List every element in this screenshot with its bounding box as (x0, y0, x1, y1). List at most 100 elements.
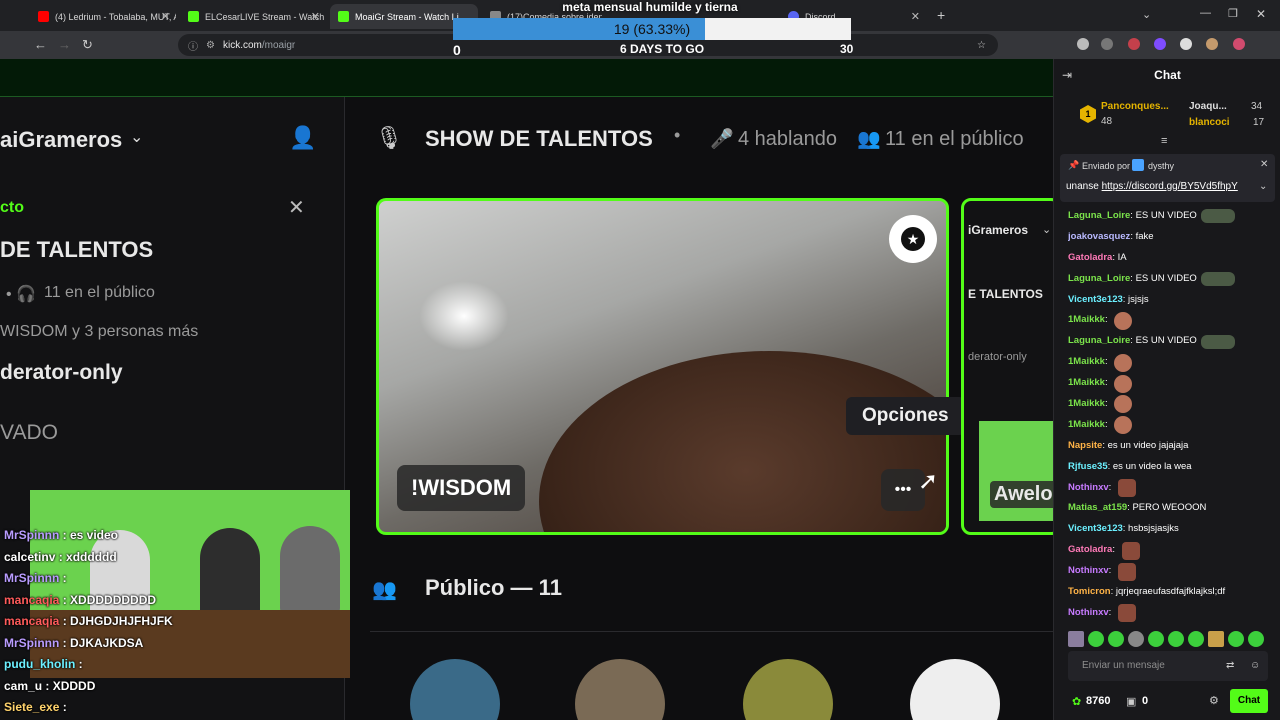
audience-avatar[interactable] (410, 659, 500, 720)
speaker-video-tile[interactable]: ★ !WISDOM (376, 198, 949, 535)
chat-message[interactable]: Vicent3e123: jsjsjs (1068, 290, 1278, 311)
gifter-name[interactable]: Joaqu... (1189, 101, 1227, 112)
extension-icon[interactable] (1101, 38, 1113, 50)
chat-username[interactable]: 1Maikkk (1068, 394, 1105, 415)
add-user-icon[interactable]: 👤 (289, 125, 316, 151)
chat-username[interactable]: Vicent3e123 (1068, 519, 1123, 540)
chat-username[interactable]: Vicent3e123 (1068, 290, 1123, 311)
chat-message[interactable]: Laguna_Loire: ES UN VIDEO (1068, 206, 1278, 227)
browser-tab[interactable]: ELCesarLIVE Stream - Watch Li ✕ (180, 4, 326, 29)
translate-icon[interactable]: ⇄ (1226, 651, 1234, 681)
pinned-link[interactable]: https://discord.gg/BY5Vd5fhpY (1102, 181, 1238, 192)
chat-message[interactable]: Tomicron: jqrjeqraeufasdfajfklajksl;df (1068, 582, 1278, 603)
chat-username[interactable]: Tomicron (1068, 582, 1111, 603)
emote-icon[interactable] (1088, 631, 1104, 647)
chat-username[interactable]: Laguna_Loire (1068, 331, 1130, 352)
chat-username[interactable]: 1Maikkk (1068, 373, 1105, 394)
close-icon[interactable]: ✕ (288, 195, 305, 220)
avatar-icon[interactable] (1206, 38, 1218, 50)
site-info-icon[interactable]: ⓘ (188, 38, 198, 53)
browser-tab[interactable]: (4) Ledrium - Tobalaba, MUT, A ✕ (30, 4, 176, 29)
emote-icon[interactable] (1228, 631, 1244, 647)
new-tab-button[interactable]: + (937, 7, 945, 23)
bookmark-star-icon[interactable]: ☆ (977, 40, 986, 51)
expand-leaderboard-icon[interactable]: ≡ (1161, 135, 1167, 147)
close-icon[interactable]: ✕ (911, 10, 920, 23)
chat-username[interactable]: Nothinxv (1068, 478, 1109, 499)
close-icon[interactable]: ✕ (161, 10, 170, 23)
chat-username[interactable]: Nothinxv (1068, 561, 1109, 582)
emote-icon[interactable] (1068, 631, 1084, 647)
send-chat-button[interactable]: Chat (1230, 689, 1268, 713)
gifter-name[interactable]: blancoci (1189, 117, 1230, 128)
second-video-tile[interactable]: iGrameros ⌄ E TALENTOS derator-only Awel… (961, 198, 1053, 535)
audience-avatar[interactable] (910, 659, 1000, 720)
subs-count: 0 (1142, 695, 1149, 707)
chat-message[interactable]: Gatoladra: (1068, 540, 1278, 561)
chat-username[interactable]: Nothinxv (1068, 603, 1109, 624)
maximize-icon[interactable]: ❐ (1228, 7, 1238, 20)
settings-gear-icon[interactable]: ⚙ (1209, 694, 1219, 707)
chat-username[interactable]: 1Maikkk (1068, 352, 1105, 373)
chat-username[interactable]: joakovasquez (1068, 227, 1130, 248)
close-window-icon[interactable]: ✕ (1256, 7, 1266, 21)
chat-username[interactable]: 1Maikkk (1068, 310, 1105, 331)
emote-icon[interactable] (1128, 631, 1144, 647)
tab-search-icon[interactable]: ⌄ (1142, 8, 1151, 21)
twitch-extension-icon[interactable] (1154, 38, 1166, 50)
channel-name[interactable]: aiGrameros (0, 127, 122, 153)
chat-message[interactable]: Laguna_Loire: ES UN VIDEO (1068, 269, 1278, 290)
chat-input[interactable]: Enviar un mensaje ⇄ ☺ (1068, 651, 1268, 681)
chat-message[interactable]: Matias_at159: PERO WEOOON (1068, 498, 1278, 519)
audience-avatar[interactable] (575, 659, 665, 720)
chat-message[interactable]: Rjfuse35: es un video la wea (1068, 457, 1278, 478)
chat-message[interactable]: 1Maikkk: (1068, 394, 1278, 415)
pinned-by-user[interactable]: dysthy (1148, 161, 1174, 171)
top-gifter-name[interactable]: Panconques... (1101, 101, 1169, 112)
chat-message[interactable]: 1Maikkk: (1068, 415, 1278, 436)
chat-message[interactable]: Gatoladra: IA (1068, 248, 1278, 269)
emote-icon[interactable] (1188, 631, 1204, 647)
close-icon[interactable]: ✕ (311, 10, 320, 23)
emote-icon[interactable] (1208, 631, 1224, 647)
chat-username[interactable]: Laguna_Loire (1068, 269, 1130, 290)
chat-message[interactable]: 1Maikkk: (1068, 310, 1278, 331)
chat-message[interactable]: Nothinxv: (1068, 561, 1278, 582)
unpin-icon[interactable]: ✕ (1260, 159, 1268, 170)
chat-username[interactable]: Gatoladra (1068, 248, 1112, 269)
chevron-down-icon[interactable]: ⌄ (1259, 181, 1267, 192)
emote-icon[interactable] (1168, 631, 1184, 647)
chat-message[interactable]: 1Maikkk: (1068, 373, 1278, 394)
chat-message[interactable]: Napsite: es un video jajajaja (1068, 436, 1278, 457)
emote-icon[interactable] (1108, 631, 1124, 647)
forward-icon[interactable]: → (58, 37, 71, 52)
emoji-icon[interactable]: ☺ (1250, 651, 1260, 681)
chat-message[interactable]: Nothinxv: (1068, 603, 1278, 624)
chat-username[interactable]: Napsite (1068, 436, 1102, 457)
audience-avatar[interactable] (743, 659, 833, 720)
chat-message[interactable]: Vicent3e123: hsbsjsjasjks (1068, 519, 1278, 540)
minimize-icon[interactable]: — (1200, 7, 1211, 19)
chat-message[interactable]: Laguna_Loire: ES UN VIDEO (1068, 331, 1278, 352)
chat-username[interactable]: Matias_at159 (1068, 498, 1127, 519)
chat-username[interactable]: 1Maikkk (1068, 415, 1105, 436)
back-icon[interactable]: ← (34, 37, 47, 52)
reload-icon[interactable]: ↻ (82, 37, 93, 53)
chat-message[interactable]: joakovasquez: fake (1068, 227, 1278, 248)
points-count[interactable]: 8760 (1086, 695, 1110, 707)
chevron-down-icon[interactable]: ⌄ (130, 127, 143, 147)
extension-icon[interactable] (1128, 38, 1140, 50)
puzzle-icon[interactable] (1180, 38, 1192, 50)
extension-icon[interactable] (1233, 38, 1245, 50)
chat-message[interactable]: 1Maikkk: (1068, 352, 1278, 373)
chat-username[interactable]: Gatoladra (1068, 540, 1112, 561)
profile-icon[interactable] (1077, 38, 1089, 50)
tune-icon[interactable]: ⚙ (206, 40, 215, 51)
kick-icon (338, 11, 349, 22)
emote-icon[interactable] (1148, 631, 1164, 647)
chat-message[interactable]: Nothinxv: (1068, 478, 1278, 499)
chat-username[interactable]: Rjfuse35 (1068, 457, 1108, 478)
chat-username[interactable]: Laguna_Loire (1068, 206, 1130, 227)
pinned-message[interactable]: 📌 Enviado por dysthy ✕ unanse https://di… (1060, 154, 1275, 202)
emote-icon[interactable] (1248, 631, 1264, 647)
